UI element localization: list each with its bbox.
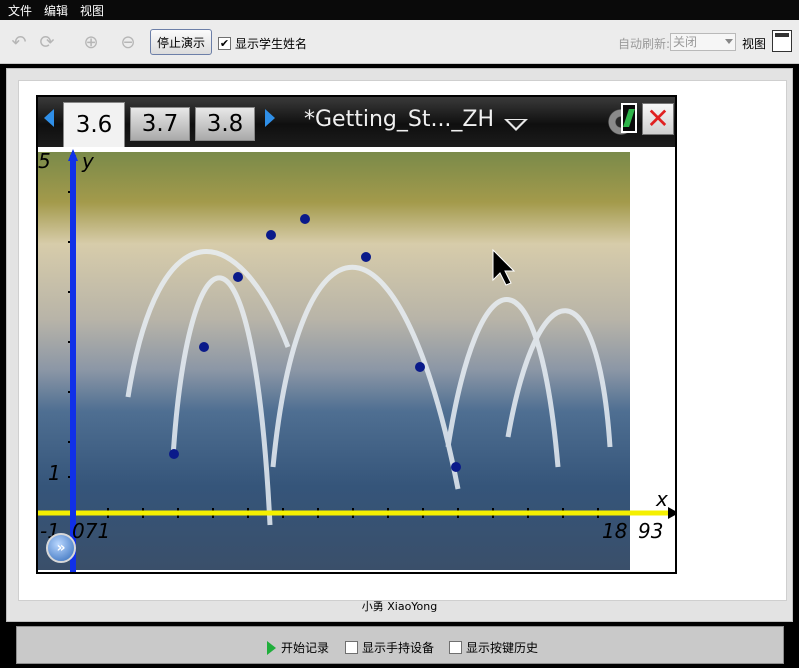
x-axis-arrow [668, 507, 675, 519]
show-handheld-toggle[interactable]: 显示手持设备 [345, 639, 434, 656]
show-student-names-toggle[interactable]: ✔ 显示学生姓名 [218, 35, 307, 52]
x-axis-label: x [656, 487, 668, 511]
handheld-screen: 3.6 3.7 3.8 *Getting_St..._ZH ✕ 5 y 1 x … [36, 95, 677, 574]
close-icon[interactable]: ✕ [642, 103, 674, 135]
data-point [451, 462, 461, 472]
prev-page-icon[interactable] [44, 109, 54, 127]
auto-refresh-value: 关闭 [673, 35, 698, 49]
bottom-bar: 开始记录 显示手持设备 显示按键历史 [16, 626, 784, 664]
student-name-caption: 小勇 XiaoYong [361, 600, 438, 613]
y-axis-label: y [82, 149, 94, 173]
fountain-arcs [125, 249, 613, 526]
show-handheld-label: 显示手持设备 [362, 641, 435, 655]
data-point [300, 214, 310, 224]
undo-icon[interactable]: ↶ [8, 31, 30, 53]
graph-plot [38, 149, 675, 572]
next-page-icon[interactable] [265, 109, 275, 127]
data-point [361, 252, 371, 262]
zoom-in-icon[interactable]: ⊕ [80, 31, 102, 53]
data-point [415, 362, 425, 372]
start-record-button[interactable]: 开始记录 [267, 639, 329, 656]
data-point [266, 230, 276, 240]
data-point [199, 342, 209, 352]
play-icon [267, 640, 276, 655]
tab-3-8[interactable]: 3.8 [195, 107, 255, 141]
show-key-history-label: 显示按键历史 [466, 641, 539, 655]
tab-3-6[interactable]: 3.6 [63, 102, 125, 147]
y-axis-arrow [68, 149, 78, 161]
menu-bar: 文件 编辑 视图 [0, 0, 799, 20]
y-max-tick-label: 5 [38, 149, 51, 173]
fast-forward-icon[interactable]: » [46, 533, 76, 563]
x-tick-18-label: 18 [602, 519, 628, 543]
show-student-names-label: 显示学生姓名 [235, 37, 308, 51]
x-tick-071-label: 071 [72, 519, 111, 543]
data-point [169, 449, 179, 459]
show-key-history-toggle[interactable]: 显示按键历史 [449, 639, 538, 656]
toolbar: ↶ ⟳ ⊕ ⊖ 停止演示 ✔ 显示学生姓名 自动刷新: 关闭 视图 [0, 20, 799, 64]
show-key-history-checkbox[interactable] [449, 641, 462, 654]
data-point [233, 272, 243, 282]
pointer-cursor-icon [492, 248, 516, 286]
document-menu-icon[interactable] [504, 119, 528, 131]
stop-demo-button[interactable]: 停止演示 [150, 29, 212, 55]
auto-refresh-label: 自动刷新: [618, 37, 671, 51]
chevron-down-icon [725, 39, 733, 44]
view-layout-icon[interactable] [772, 30, 792, 52]
battery-icon [621, 103, 637, 133]
menu-file[interactable]: 文件 [8, 2, 32, 19]
page-tab-bar: 3.6 3.7 3.8 *Getting_St..._ZH ✕ [38, 97, 675, 147]
refresh-icon[interactable]: ⟳ [36, 31, 58, 53]
show-handheld-checkbox[interactable] [345, 641, 358, 654]
tab-3-7[interactable]: 3.7 [130, 107, 190, 141]
zoom-out-icon[interactable]: ⊖ [117, 31, 139, 53]
show-student-names-checkbox[interactable]: ✔ [218, 37, 231, 50]
menu-view[interactable]: 视图 [80, 2, 104, 19]
start-record-label: 开始记录 [281, 641, 330, 655]
view-label: 视图 [742, 37, 767, 51]
menu-edit[interactable]: 编辑 [44, 2, 68, 19]
document-title[interactable]: *Getting_St..._ZH [304, 107, 494, 132]
x-max-tick-label: 93 [638, 519, 664, 543]
y-tick-1-label: 1 [48, 461, 61, 485]
auto-refresh-select[interactable]: 关闭 [670, 33, 736, 51]
graph-area[interactable]: 5 y 1 x -1 071 18 93 [38, 147, 675, 572]
